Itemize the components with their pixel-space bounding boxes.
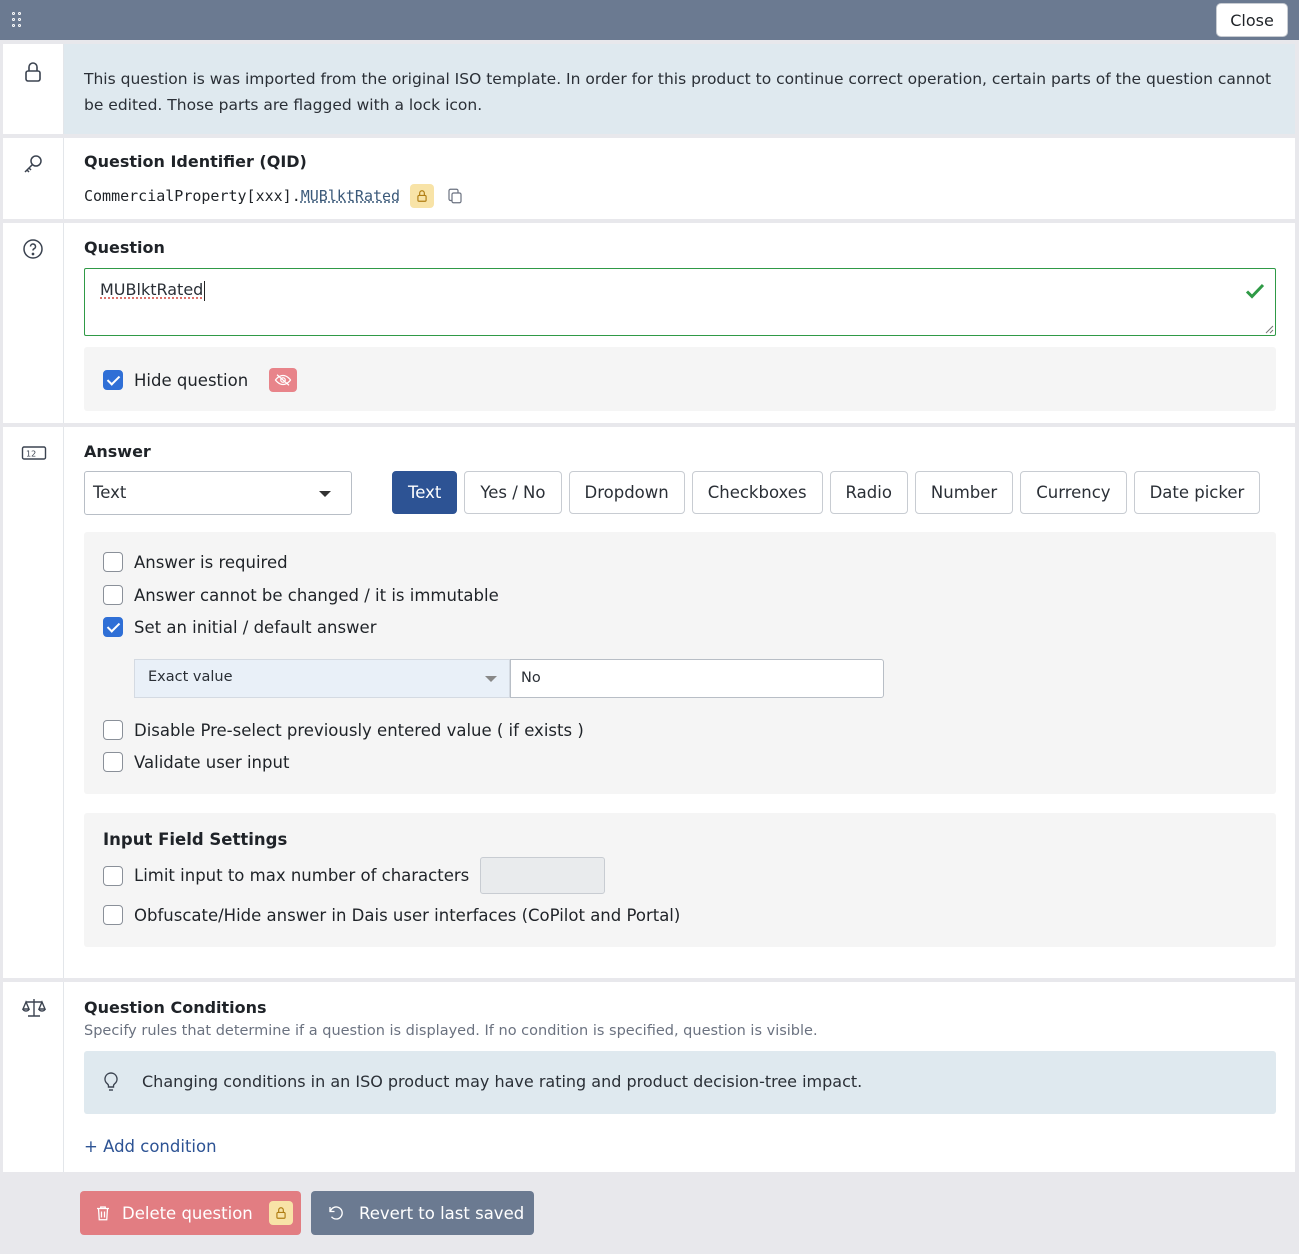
drag-handle-icon[interactable] [12, 12, 24, 28]
immutable-checkbox[interactable] [103, 585, 123, 605]
option-limit-chars[interactable]: Limit input to max number of characters [103, 857, 606, 894]
qid-gutter [3, 138, 64, 219]
default-label: Set an initial / default answer [134, 617, 377, 637]
close-button[interactable]: Close [1216, 3, 1288, 37]
default-checkbox[interactable] [103, 617, 123, 637]
option-default[interactable]: Set an initial / default answer [103, 617, 376, 637]
notice-text: This question is was imported from the o… [84, 70, 1272, 114]
question-section: Question MUBlktRated Hide question [3, 223, 1295, 423]
qid-value: CommercialProperty[xxx]. MUBlktRated [84, 184, 464, 208]
question-textarea[interactable]: MUBlktRated [84, 268, 1276, 336]
qid-link[interactable]: MUBlktRated [301, 187, 400, 205]
input-field-settings: Input Field Settings Limit input to max … [84, 813, 1276, 947]
scale-icon [21, 999, 47, 1017]
conditions-tip: Changing conditions in an ISO product ma… [84, 1051, 1276, 1114]
qid-title: Question Identifier (QID) [84, 152, 307, 171]
chevron-down-icon [319, 491, 331, 497]
required-checkbox[interactable] [103, 552, 123, 572]
key-icon [24, 155, 42, 173]
required-label: Answer is required [134, 552, 288, 572]
qid-section: Question Identifier (QID) CommercialProp… [3, 138, 1295, 219]
answer-section: 12 Answer Text Text Yes / No Dropdown Ch… [3, 427, 1295, 978]
validate-checkbox[interactable] [103, 752, 123, 772]
tab-dropdown[interactable]: Dropdown [568, 471, 685, 514]
default-value-text: No [521, 670, 541, 686]
question-text: MUBlktRated [100, 280, 204, 299]
answer-type-value: Text [93, 483, 127, 502]
option-immutable[interactable]: Answer cannot be changed / it is immutab… [103, 585, 499, 605]
conditions-gutter [3, 982, 64, 1172]
tab-number[interactable]: Number [914, 471, 1014, 514]
tab-yes-no[interactable]: Yes / No [464, 471, 562, 514]
revert-button[interactable]: Revert to last saved [311, 1191, 534, 1235]
question-gutter [3, 223, 64, 423]
immutable-label: Answer cannot be changed / it is immutab… [134, 585, 499, 605]
add-condition-link[interactable]: + Add condition [84, 1137, 217, 1156]
qid-prefix: CommercialProperty[xxx]. [84, 187, 301, 205]
notice-gutter [3, 44, 64, 134]
answer-gutter: 12 [3, 427, 64, 978]
conditions-title: Question Conditions [84, 998, 267, 1017]
answer-type-tabs: Text Yes / No Dropdown Checkboxes Radio … [392, 471, 1261, 514]
answer-title: Answer [84, 442, 151, 461]
preselect-label: Disable Pre-select previously entered va… [134, 720, 584, 740]
conditions-section: Question Conditions Specify rules that d… [3, 982, 1295, 1172]
check-valid-icon [1245, 283, 1265, 299]
obfuscate-label: Obfuscate/Hide answer in Dais user inter… [134, 905, 681, 925]
default-mode-select[interactable]: Exact value [134, 659, 510, 698]
tab-checkboxes[interactable]: Checkboxes [691, 471, 823, 514]
question-title: Question [84, 238, 165, 257]
option-required[interactable]: Answer is required [103, 552, 288, 572]
text-caret [204, 280, 206, 301]
limit-chars-label: Limit input to max number of characters [134, 866, 470, 885]
tab-radio[interactable]: Radio [829, 471, 908, 514]
top-bar: Close [0, 0, 1299, 40]
tab-date-picker[interactable]: Date picker [1133, 471, 1261, 514]
option-obfuscate[interactable]: Obfuscate/Hide answer in Dais user inter… [103, 905, 680, 925]
hide-question-label: Hide question [134, 370, 249, 390]
eye-off-icon [269, 368, 298, 392]
lock-icon [410, 184, 435, 208]
lock-icon [268, 1201, 293, 1225]
help-circle-icon [23, 239, 43, 259]
tab-text[interactable]: Text [392, 471, 458, 514]
conditions-subtitle: Specify rules that determine if a questi… [84, 1023, 818, 1039]
answer-type-select[interactable]: Text [84, 471, 352, 515]
tip-text: Changing conditions in an ISO product ma… [142, 1072, 863, 1091]
answer-options-box: Answer is required Answer cannot be chan… [84, 532, 1276, 794]
input-settings-title: Input Field Settings [103, 830, 288, 849]
limit-chars-checkbox[interactable] [103, 865, 123, 886]
delete-question-button[interactable]: Delete question [80, 1191, 301, 1235]
max-chars-input[interactable] [480, 857, 606, 894]
lock-icon [25, 62, 41, 82]
input-number-icon: 12 [21, 446, 47, 460]
revert-label: Revert to last saved [359, 1203, 525, 1223]
lock-notice: This question is was imported from the o… [3, 44, 1295, 134]
option-validate[interactable]: Validate user input [103, 752, 289, 772]
copy-icon[interactable] [446, 187, 464, 205]
default-value-row: Exact value No [134, 659, 884, 698]
validate-label: Validate user input [134, 752, 290, 772]
lightbulb-icon [104, 1072, 118, 1091]
default-mode-value: Exact value [148, 669, 233, 685]
resize-handle-icon[interactable] [1264, 324, 1274, 334]
hide-question-checkbox[interactable] [103, 370, 123, 390]
undo-icon [329, 1206, 343, 1220]
hide-question-option[interactable]: Hide question [103, 368, 298, 392]
hide-question-box: Hide question [84, 347, 1276, 411]
svg-text:12: 12 [26, 450, 36, 459]
trash-icon [97, 1206, 109, 1221]
preselect-checkbox[interactable] [103, 720, 123, 740]
default-value-input[interactable]: No [510, 659, 884, 698]
delete-label: Delete question [122, 1203, 253, 1223]
chevron-down-icon [485, 676, 497, 682]
obfuscate-checkbox[interactable] [103, 905, 123, 925]
option-preselect[interactable]: Disable Pre-select previously entered va… [103, 720, 584, 740]
tab-currency[interactable]: Currency [1020, 471, 1127, 514]
